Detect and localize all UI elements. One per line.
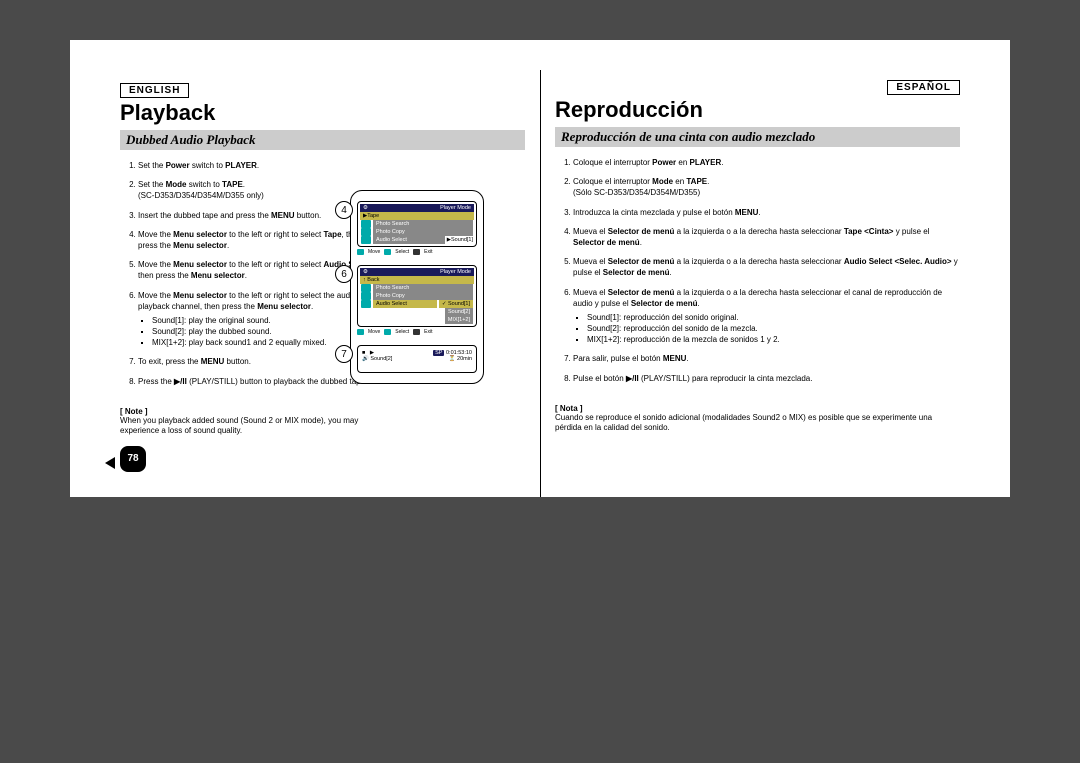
menu-item-audio-select-selected: Audio Select bbox=[373, 300, 437, 308]
screen-caption: Move Select Exit bbox=[357, 329, 477, 335]
battery-remaining: ⏳ 20min bbox=[433, 356, 472, 362]
language-tag-english: ENGLISH bbox=[120, 83, 189, 98]
sp-badge: SP bbox=[433, 350, 444, 356]
menu-item-audio-select: Audio Select bbox=[373, 236, 445, 244]
select-icon bbox=[384, 249, 391, 255]
camera-icon bbox=[361, 292, 371, 300]
step-6: Move the Menu selector to the left or ri… bbox=[138, 290, 383, 349]
note-label: [ Nota ] bbox=[555, 404, 960, 413]
left-subtitle: Dubbed Audio Playback bbox=[120, 130, 525, 150]
step-6-sublist: Sound[1]: reproducción del sonido origin… bbox=[573, 312, 960, 346]
document-page: ENGLISH Playback Dubbed Audio Playback S… bbox=[70, 40, 1010, 497]
camera-menu-screen: ⚙ Player Mode ↑ Back Photo Search Photo C… bbox=[357, 265, 477, 327]
figure-number-7: 7 bbox=[335, 345, 353, 363]
page-arrow-icon bbox=[105, 457, 115, 469]
left-title: Playback bbox=[120, 100, 525, 126]
move-icon bbox=[357, 329, 364, 335]
move-icon bbox=[357, 249, 364, 255]
step-5: Mueva el Selector de menú a la izquierda… bbox=[573, 256, 960, 278]
option-sound1: ✓ Sound[1] bbox=[439, 300, 473, 308]
gear-icon: ⚙ bbox=[363, 205, 368, 211]
right-steps-list: Coloque el interruptor Power en PLAYER. … bbox=[555, 157, 960, 384]
language-tag-spanish: ESPAÑOL bbox=[887, 80, 960, 95]
menu-icon bbox=[413, 329, 420, 335]
figures-panel: 4 ⚙Player Mode ▶Tape Photo Search Photo … bbox=[350, 190, 484, 384]
sub-item: Sound[1]: play the original sound. bbox=[152, 315, 383, 326]
step-2: Set the Mode switch to TAPE.(SC-D353/D35… bbox=[138, 179, 383, 201]
step-4: Move the Menu selector to the left or ri… bbox=[138, 229, 383, 251]
note-text: Cuando se reproduce el sonido adicional … bbox=[555, 413, 960, 434]
step-4: Mueva el Selector de menú a la izquierda… bbox=[573, 226, 960, 248]
screen-title: Player Mode bbox=[440, 269, 471, 275]
step-6: Mueva el Selector de menú a la izquierda… bbox=[573, 287, 960, 346]
figure-number-4: 4 bbox=[335, 201, 353, 219]
sub-item: MIX[1+2]: reproducción de la mezcla de s… bbox=[587, 334, 960, 345]
figure-7: 7 ■ ▶ 🔊 Sound[2] SP 0:01:53:10 ⏳ 20min bbox=[357, 345, 477, 373]
note-label: [ Note ] bbox=[120, 407, 383, 416]
option-sound2: Sound[2] bbox=[445, 308, 473, 316]
playback-osd-screen: ■ ▶ 🔊 Sound[2] SP 0:01:53:10 ⏳ 20min bbox=[357, 345, 477, 373]
note-text: When you playback added sound (Sound 2 o… bbox=[120, 416, 383, 437]
sound-indicator: 🔊 Sound[2] bbox=[362, 356, 392, 362]
figure-4: 4 ⚙Player Mode ▶Tape Photo Search Photo … bbox=[357, 201, 477, 255]
step-8: Pulse el botón ▶/II (PLAY/STILL) para re… bbox=[573, 373, 960, 384]
camera-icon bbox=[361, 220, 371, 228]
option-mix: MIX[1+2] bbox=[445, 316, 473, 324]
select-icon bbox=[384, 329, 391, 335]
figure-6: 6 ⚙Player Mode ↑ Back Photo Search Photo… bbox=[357, 265, 477, 335]
screen-title: Player Mode bbox=[440, 205, 471, 211]
step-3: Introduzca la cinta mezclada y pulse el … bbox=[573, 207, 960, 218]
speaker-icon bbox=[361, 236, 371, 244]
page-number: 78 bbox=[120, 446, 146, 472]
camera-icon bbox=[361, 284, 371, 292]
two-column-layout: ENGLISH Playback Dubbed Audio Playback S… bbox=[120, 80, 960, 437]
menu-item-back: ↑ Back bbox=[360, 276, 474, 284]
step-7: Para salir, pulse el botón MENU. bbox=[573, 353, 960, 364]
menu-item-photo-copy: Photo Copy bbox=[373, 292, 473, 300]
screen-caption: Move Select Exit bbox=[357, 249, 477, 255]
menu-item-tape: ▶Tape bbox=[360, 212, 474, 220]
step-8: Press the ▶/II (PLAY/STILL) button to pl… bbox=[138, 376, 383, 387]
step-1: Coloque el interruptor Power en PLAYER. bbox=[573, 157, 960, 168]
speaker-icon bbox=[361, 300, 371, 308]
sub-item: Sound[2]: play the dubbed sound. bbox=[152, 326, 383, 337]
right-subtitle: Reproducción de una cinta con audio mezc… bbox=[555, 127, 960, 147]
step-1: Set the Power switch to PLAYER. bbox=[138, 160, 383, 171]
column-divider bbox=[540, 70, 541, 497]
menu-item-photo-search: Photo Search bbox=[373, 284, 473, 292]
right-column: ESPAÑOL Reproducción Reproducción de una… bbox=[555, 80, 960, 437]
value-sound1: ▶Sound[1] bbox=[447, 237, 473, 243]
camera-menu-screen: ⚙ Player Mode ▶Tape Photo Search Photo Co… bbox=[357, 201, 477, 247]
sub-item: Sound[1]: reproducción del sonido origin… bbox=[587, 312, 960, 323]
menu-icon bbox=[413, 249, 420, 255]
right-title: Reproducción bbox=[555, 97, 960, 123]
menu-item-photo-copy: Photo Copy bbox=[373, 228, 473, 236]
gear-icon: ⚙ bbox=[363, 269, 368, 275]
sub-item: Sound[2]: reproducción del sonido de la … bbox=[587, 323, 960, 334]
figure-number-6: 6 bbox=[335, 265, 353, 283]
step-6-sublist: Sound[1]: play the original sound. Sound… bbox=[138, 315, 383, 349]
menu-item-photo-search: Photo Search bbox=[373, 220, 473, 228]
step-2: Coloque el interruptor Mode en TAPE.(Sól… bbox=[573, 176, 960, 198]
camera-icon bbox=[361, 228, 371, 236]
